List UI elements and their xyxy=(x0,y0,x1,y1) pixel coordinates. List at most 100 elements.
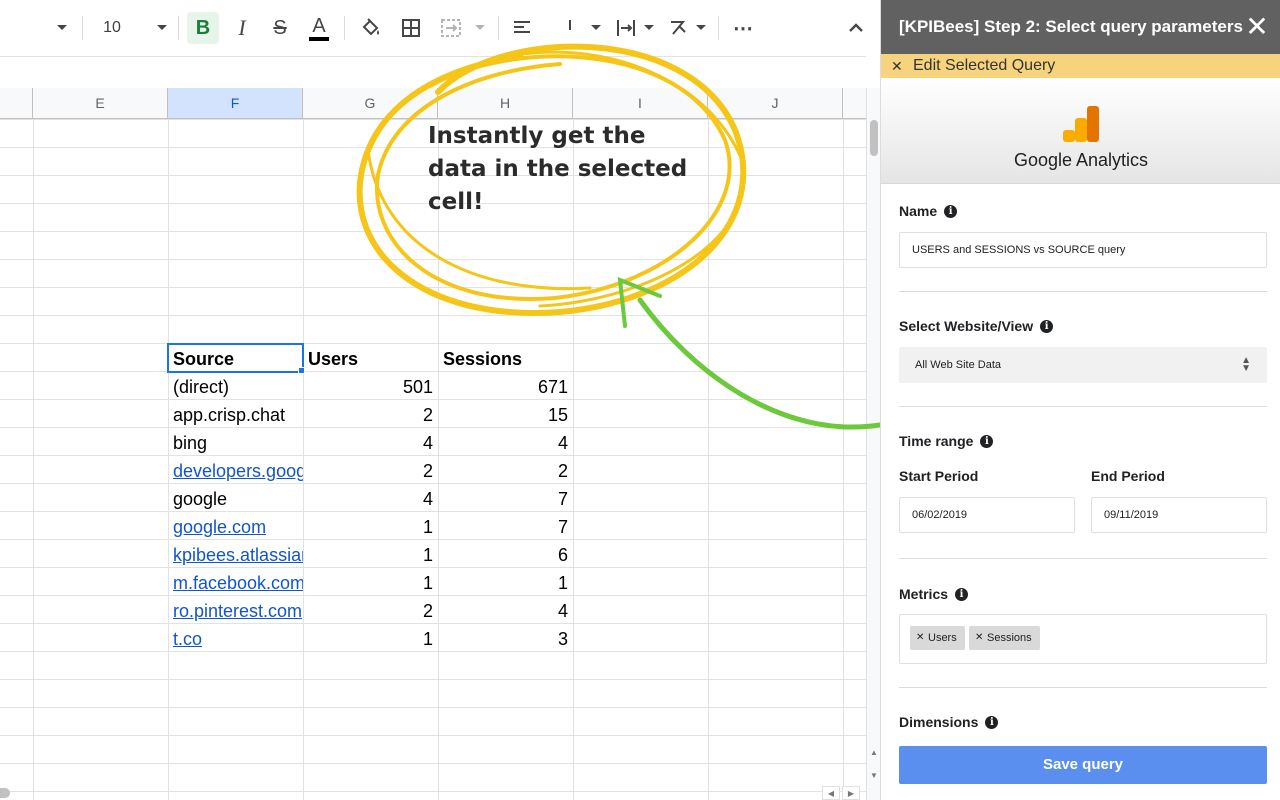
start-date-input[interactable]: 06/02/2019 xyxy=(899,497,1075,533)
toolbar-divider xyxy=(178,16,179,40)
section-divider xyxy=(899,687,1267,688)
source-cell[interactable]: m.facebook.com xyxy=(168,569,303,597)
sessions-cell[interactable]: 3 xyxy=(438,625,573,653)
toolbar-divider xyxy=(498,16,499,40)
end-date-input[interactable]: 09/11/2019 xyxy=(1091,497,1267,533)
strikethrough-button[interactable]: S xyxy=(264,14,296,42)
column-header-g[interactable]: G xyxy=(303,88,438,119)
gridline xyxy=(0,343,866,344)
users-cell[interactable]: 2 xyxy=(303,597,438,625)
users-cell[interactable]: 1 xyxy=(303,569,438,597)
end-period-label: End Period xyxy=(1091,468,1165,484)
service-name: Google Analytics xyxy=(1013,150,1149,170)
users-cell[interactable]: 4 xyxy=(303,485,438,513)
bold-button[interactable]: B xyxy=(187,12,219,44)
source-cell[interactable]: google xyxy=(168,485,303,513)
text-wrap-icon[interactable] xyxy=(612,14,640,42)
font-dropdown-chevron-icon[interactable] xyxy=(50,14,74,42)
horizontal-align-icon[interactable] xyxy=(508,14,536,42)
text-rotation-icon[interactable] xyxy=(664,14,692,42)
column-header-f[interactable]: F xyxy=(168,88,303,119)
sessions-cell[interactable]: 7 xyxy=(438,485,573,513)
close-icon[interactable]: ✕ xyxy=(1244,13,1270,41)
remove-chip-icon[interactable]: ✕ xyxy=(975,626,983,650)
sessions-cell[interactable]: 6 xyxy=(438,541,573,569)
users-cell[interactable]: 1 xyxy=(303,625,438,653)
section-divider xyxy=(899,406,1267,407)
sessions-cell[interactable]: 7 xyxy=(438,513,573,541)
metric-chip-sessions[interactable]: ✕ Sessions xyxy=(969,626,1040,650)
column-header-i[interactable]: I xyxy=(573,88,708,119)
close-edit-icon[interactable]: ✕ xyxy=(891,54,903,78)
metrics-input[interactable]: ✕ Users ✕ Sessions xyxy=(899,614,1267,664)
font-size-value[interactable]: 10 xyxy=(96,14,128,42)
sessions-cell[interactable]: 1 xyxy=(438,569,573,597)
text-rotation-chevron-icon[interactable] xyxy=(692,14,710,42)
edit-bar-label: Edit Selected Query xyxy=(913,57,1056,74)
column-header-h[interactable]: H xyxy=(438,88,573,119)
scrollbar-thumb[interactable] xyxy=(870,120,878,156)
vertical-scrollbar[interactable]: ▲ ▼ xyxy=(866,88,880,800)
source-cell[interactable]: app.crisp.chat xyxy=(168,401,303,429)
source-cell[interactable]: ro.pinterest.com xyxy=(168,597,303,625)
info-icon[interactable]: i xyxy=(985,715,999,729)
service-header: Google Analytics xyxy=(881,78,1280,184)
users-cell[interactable]: 1 xyxy=(303,541,438,569)
metric-chip-users[interactable]: ✕ Users xyxy=(910,626,965,650)
column-header-d[interactable] xyxy=(0,88,33,119)
vertical-align-chevron-icon[interactable] xyxy=(586,14,606,42)
horizontal-scrollbar-thumb[interactable] xyxy=(0,788,10,798)
italic-button[interactable]: I xyxy=(226,14,258,42)
text-wrap-chevron-icon[interactable] xyxy=(640,14,658,42)
source-cell[interactable]: google.com xyxy=(168,513,303,541)
column-header-e[interactable]: E xyxy=(33,88,168,119)
merge-chevron-icon[interactable] xyxy=(470,14,490,42)
source-cell[interactable]: kpibees.atlassiar xyxy=(168,541,303,569)
scroll-left-icon[interactable]: ◀ xyxy=(822,786,840,800)
section-divider xyxy=(899,291,1267,292)
borders-icon[interactable] xyxy=(396,14,426,42)
font-size-chevron-icon[interactable] xyxy=(150,14,174,42)
info-icon[interactable]: i xyxy=(955,587,969,601)
gridline xyxy=(708,119,709,800)
collapse-toolbar-icon[interactable] xyxy=(842,14,870,42)
users-cell[interactable]: 1 xyxy=(303,513,438,541)
users-cell[interactable]: 2 xyxy=(303,401,438,429)
text-color-button[interactable]: A xyxy=(302,14,336,42)
users-cell[interactable]: 501 xyxy=(303,373,438,401)
sessions-cell[interactable]: 671 xyxy=(438,373,573,401)
column-header-j[interactable]: J xyxy=(708,88,843,119)
source-cell[interactable]: t.co xyxy=(168,625,303,653)
save-query-button[interactable]: Save query xyxy=(899,746,1267,784)
remove-chip-icon[interactable]: ✕ xyxy=(916,626,924,650)
source-cell[interactable]: bing xyxy=(168,429,303,457)
gridline xyxy=(33,119,34,800)
vertical-align-icon[interactable] xyxy=(560,14,580,42)
info-icon[interactable]: i xyxy=(980,434,994,448)
sessions-cell[interactable]: 2 xyxy=(438,457,573,485)
merge-cells-icon[interactable] xyxy=(436,14,466,42)
fill-handle[interactable] xyxy=(298,367,305,374)
source-cell[interactable]: (direct) xyxy=(168,373,303,401)
sessions-cell[interactable]: 15 xyxy=(438,401,573,429)
users-cell[interactable]: 2 xyxy=(303,457,438,485)
query-name-input[interactable]: USERS and SESSIONS vs SOURCE query xyxy=(899,232,1267,268)
source-cell[interactable]: developers.goog xyxy=(168,457,303,485)
sessions-header-cell[interactable]: Sessions xyxy=(438,345,573,373)
formula-bar[interactable] xyxy=(0,56,866,88)
more-options-icon[interactable]: ⋯ xyxy=(728,14,758,42)
scroll-right-icon[interactable]: ▶ xyxy=(842,786,860,800)
panel-title: [KPIBees] Step 2: Select query parameter… xyxy=(881,0,1280,54)
users-header-cell[interactable]: Users xyxy=(303,345,438,373)
info-icon[interactable]: i xyxy=(944,204,958,218)
scroll-up-icon[interactable]: ▲ xyxy=(867,745,881,759)
sessions-cell[interactable]: 4 xyxy=(438,429,573,457)
fill-color-icon[interactable] xyxy=(356,14,386,42)
edit-selected-query-bar[interactable]: ✕ Edit Selected Query xyxy=(881,54,1280,78)
website-view-select[interactable]: All Web Site Data ▲ ▼ xyxy=(899,347,1267,383)
scroll-down-icon[interactable]: ▼ xyxy=(867,768,881,782)
users-cell[interactable]: 4 xyxy=(303,429,438,457)
info-icon[interactable]: i xyxy=(1040,319,1054,333)
sessions-cell[interactable]: 4 xyxy=(438,597,573,625)
column-header-k[interactable] xyxy=(843,88,866,119)
